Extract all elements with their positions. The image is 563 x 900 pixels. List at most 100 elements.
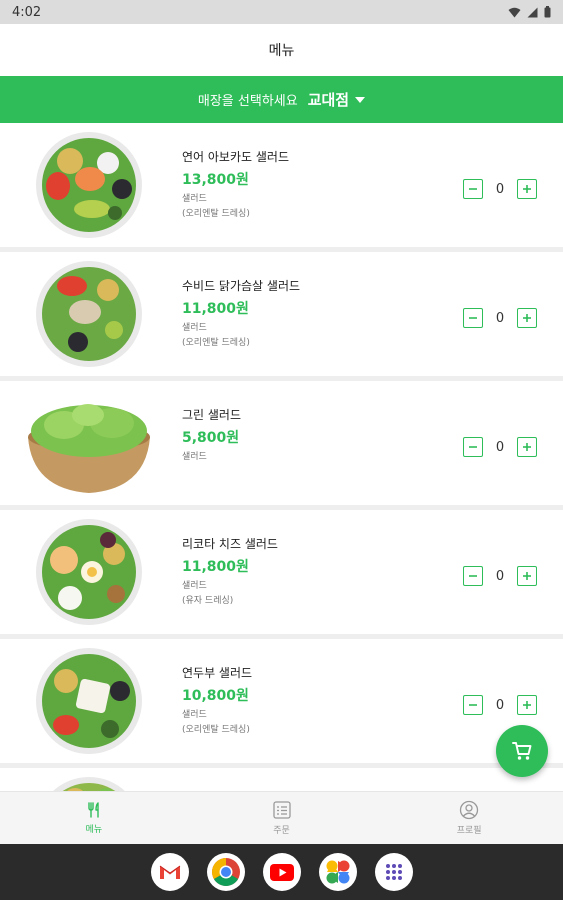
gmail-glyph: [159, 865, 180, 879]
item-category: 샐러드: [182, 194, 207, 204]
salad-image: [53, 777, 125, 791]
photos-glyph: [326, 860, 349, 884]
menu-item[interactable]: 그린 샐러드 5,800원 샐러드 0: [0, 381, 563, 505]
ricotta-cheese-salad-image: [36, 519, 142, 625]
quantity-stepper: 0: [463, 308, 537, 328]
item-name: 그린 샐러드: [182, 408, 242, 422]
bottom-nav: 메뉴 주문 프로필: [0, 791, 563, 844]
nav-label: 메뉴: [85, 825, 103, 835]
increase-button[interactable]: [517, 566, 537, 586]
cart-icon: [512, 742, 532, 760]
item-price: 11,800원: [182, 301, 249, 317]
signal-icon: [527, 7, 538, 17]
battery-icon: [544, 6, 551, 18]
quantity-stepper: 0: [463, 695, 537, 715]
app-bar: 메뉴: [0, 24, 563, 76]
increase-button[interactable]: [517, 437, 537, 457]
store-dropdown-value: 교대점: [307, 91, 350, 109]
item-category: 샐러드: [182, 581, 207, 591]
item-dressing: (오리엔탈 드레싱): [182, 338, 250, 348]
status-time: 4:02: [12, 4, 42, 20]
item-info: 리코타 치즈 샐러드 11,800원 샐러드 (유자 드레싱): [182, 536, 442, 608]
youtube-icon[interactable]: [262, 853, 301, 891]
item-info: 연어 아보카도 샐러드 13,800원 샐러드 (오리엔탈 드레싱): [182, 149, 442, 221]
fork-knife-icon: [88, 802, 99, 818]
quantity-stepper: 0: [463, 566, 537, 586]
plus-icon: [523, 314, 531, 322]
plus-icon: [523, 185, 531, 193]
wifi-icon: [508, 7, 521, 17]
list-icon: [272, 801, 291, 819]
menu-item[interactable]: 연어 아보카도 샐러드 13,800원 샐러드 (오리엔탈 드레싱) 0: [0, 123, 563, 247]
minus-icon: [469, 446, 477, 448]
decrease-button[interactable]: [463, 179, 483, 199]
plus-icon: [523, 443, 531, 451]
item-info: 수비드 닭가슴살 샐러드 11,800원 샐러드 (오리엔탈 드레싱): [182, 278, 442, 350]
plus-icon: [523, 572, 531, 580]
item-name: 수비드 닭가슴살 샐러드: [182, 279, 301, 293]
profile-icon: [460, 800, 479, 820]
minus-icon: [469, 704, 477, 706]
sous-vide-chicken-salad-image: [36, 261, 142, 367]
plus-icon: [523, 701, 531, 709]
page-title: 메뉴: [268, 43, 295, 59]
soft-tofu-salad-image: [36, 648, 142, 754]
menu-list[interactable]: 연어 아보카도 샐러드 13,800원 샐러드 (오리엔탈 드레싱) 0 수비드…: [0, 123, 563, 791]
salmon-avocado-salad-image: [36, 132, 142, 238]
increase-button[interactable]: [517, 695, 537, 715]
item-name: 연어 아보카도 샐러드: [182, 150, 289, 164]
decrease-button[interactable]: [463, 308, 483, 328]
item-dressing: (유자 드레싱): [182, 596, 234, 606]
app-drawer-icon[interactable]: [374, 853, 413, 891]
menu-item[interactable]: [0, 768, 563, 791]
store-dropdown[interactable]: 교대점: [307, 89, 366, 110]
menu-item[interactable]: 연두부 샐러드 10,800원 샐러드 (오리엔탈 드레싱) 0: [0, 639, 563, 763]
caret-down-icon: [355, 96, 366, 103]
increase-button[interactable]: [517, 179, 537, 199]
gmail-icon[interactable]: [150, 853, 189, 891]
chrome-icon[interactable]: [206, 853, 245, 891]
item-name: 리코타 치즈 샐러드: [182, 537, 278, 551]
nav-item-profile[interactable]: 프로필: [375, 792, 563, 844]
quantity-value: 0: [495, 439, 505, 455]
nav-item-orders[interactable]: 주문: [188, 792, 376, 844]
minus-icon: [469, 317, 477, 319]
status-bar: 4:02: [0, 0, 563, 24]
quantity-value: 0: [495, 181, 505, 197]
cart-button[interactable]: [496, 725, 548, 777]
item-category: 샐러드: [182, 452, 207, 462]
store-prompt: 매장을 선택하세요: [197, 94, 298, 109]
photos-icon[interactable]: [318, 853, 357, 891]
item-price: 5,800원: [182, 430, 240, 446]
item-dressing: (오리엔탈 드레싱): [182, 209, 250, 219]
item-price: 11,800원: [182, 559, 249, 575]
item-category: 샐러드: [182, 323, 207, 333]
item-info: 그린 샐러드 5,800원 샐러드: [182, 407, 442, 466]
item-name: 연두부 샐러드: [182, 666, 253, 680]
quantity-stepper: 0: [463, 179, 537, 199]
quantity-stepper: 0: [463, 437, 537, 457]
minus-icon: [469, 575, 477, 577]
item-info: 연두부 샐러드 10,800원 샐러드 (오리엔탈 드레싱): [182, 665, 442, 737]
menu-item[interactable]: 리코타 치즈 샐러드 11,800원 샐러드 (유자 드레싱) 0: [0, 510, 563, 634]
chrome-glyph: [211, 858, 240, 886]
nav-item-menu[interactable]: 메뉴: [0, 792, 188, 844]
quantity-value: 0: [495, 310, 505, 326]
item-category: 샐러드: [182, 710, 207, 720]
store-bar: 매장을 선택하세요 교대점: [0, 76, 563, 123]
system-dock: [0, 844, 563, 900]
decrease-button[interactable]: [463, 437, 483, 457]
nav-label: 프로필: [456, 826, 482, 836]
quantity-value: 0: [495, 697, 505, 713]
status-icons: [508, 6, 551, 18]
green-salad-image: [28, 404, 150, 493]
item-price: 10,800원: [182, 688, 249, 704]
increase-button[interactable]: [517, 308, 537, 328]
menu-item[interactable]: 수비드 닭가슴살 샐러드 11,800원 샐러드 (오리엔탈 드레싱) 0: [0, 252, 563, 376]
app-drawer-glyph: [385, 864, 402, 880]
nav-label: 주문: [273, 826, 290, 836]
youtube-glyph: [269, 863, 294, 881]
decrease-button[interactable]: [463, 566, 483, 586]
item-price: 13,800원: [182, 172, 249, 188]
decrease-button[interactable]: [463, 695, 483, 715]
